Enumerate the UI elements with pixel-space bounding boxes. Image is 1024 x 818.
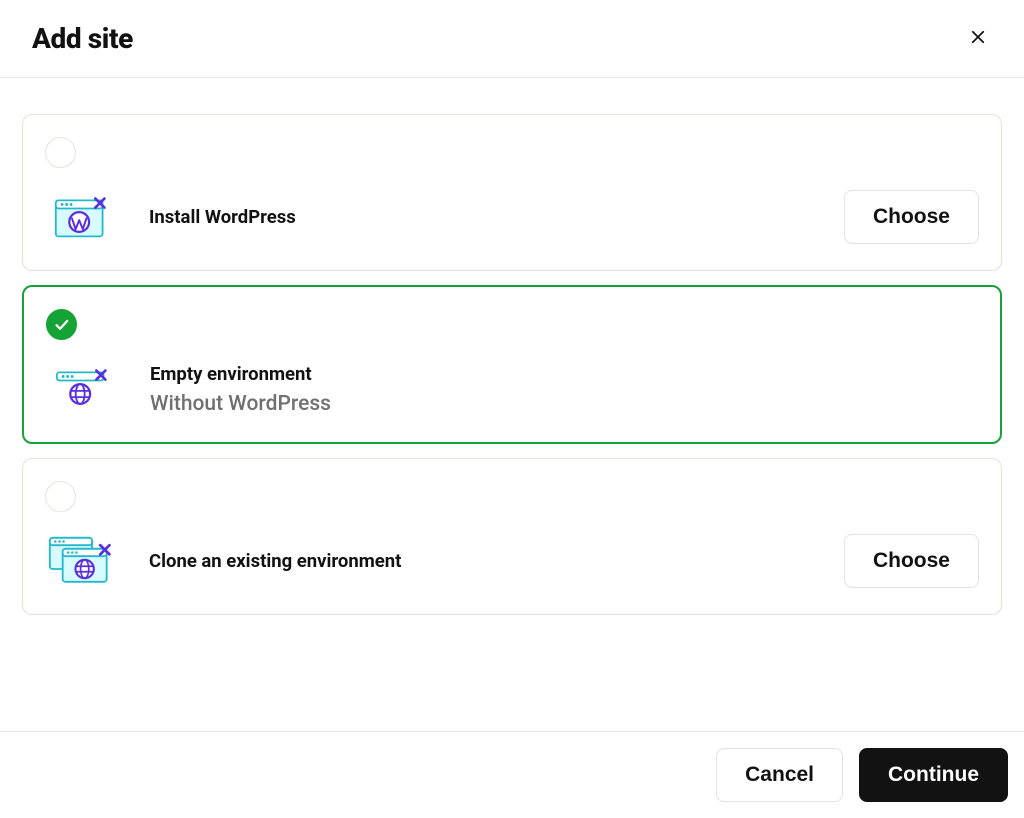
option-title: Empty environment xyxy=(150,362,978,386)
close-icon xyxy=(969,28,987,49)
option-empty-environment[interactable]: Empty environment Without WordPress xyxy=(22,285,1002,444)
dialog-footer: Cancel Continue xyxy=(0,731,1024,818)
option-subtitle: Without WordPress xyxy=(150,392,978,416)
continue-button[interactable]: Continue xyxy=(859,748,1008,802)
close-button[interactable] xyxy=(964,25,992,53)
option-title: Install WordPress xyxy=(149,205,812,229)
dialog-body: Install WordPress Choose xyxy=(0,78,1024,615)
cancel-button[interactable]: Cancel xyxy=(716,748,843,802)
option-clone-environment[interactable]: Clone an existing environment Choose xyxy=(22,458,1002,615)
radio-empty-environment[interactable] xyxy=(46,309,77,340)
dialog-header: Add site xyxy=(0,0,1024,78)
wordpress-browser-icon xyxy=(54,195,108,238)
choose-button-clone-environment[interactable]: Choose xyxy=(844,534,979,588)
choose-button-install-wordpress[interactable]: Choose xyxy=(844,190,979,244)
radio-clone-environment[interactable] xyxy=(45,481,76,512)
option-install-wordpress[interactable]: Install WordPress Choose xyxy=(22,114,1002,271)
radio-install-wordpress[interactable] xyxy=(45,137,76,168)
dialog-title: Add site xyxy=(32,22,133,55)
option-title: Clone an existing environment xyxy=(149,549,812,573)
clone-browser-icon xyxy=(48,536,114,586)
globe-browser-icon xyxy=(55,367,109,410)
